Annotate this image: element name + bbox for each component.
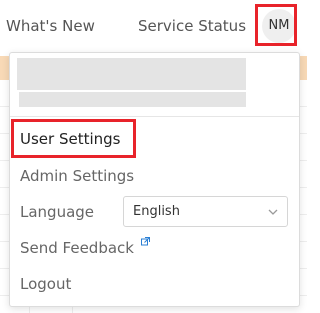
top-navigation-bar: What's New Service Status NM — [0, 0, 307, 56]
whats-new-link[interactable]: What's New — [6, 16, 95, 36]
chevron-down-icon — [268, 209, 278, 215]
logout-menu-item[interactable]: Logout — [20, 274, 71, 294]
service-status-link[interactable]: Service Status — [138, 16, 246, 36]
user-settings-highlight-box — [11, 119, 136, 158]
language-select[interactable]: English — [123, 196, 288, 227]
external-link-icon — [141, 237, 150, 246]
user-email-placeholder — [19, 92, 246, 107]
menu-divider — [10, 116, 299, 117]
admin-settings-menu-item[interactable]: Admin Settings — [20, 166, 134, 186]
user-name-placeholder — [17, 58, 246, 90]
avatar-highlight-box — [255, 4, 297, 46]
user-menu-dropdown: User Settings Admin Settings Language En… — [9, 52, 300, 307]
language-selected-value: English — [133, 204, 180, 219]
language-label: Language — [20, 203, 95, 221]
send-feedback-menu-item[interactable]: Send Feedback — [20, 238, 134, 258]
page: What's New Service Status NM User Settin… — [0, 0, 307, 313]
